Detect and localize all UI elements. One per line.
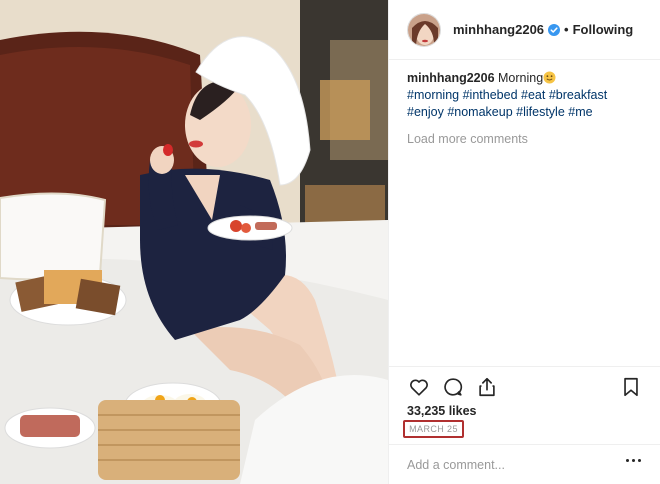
hashtag-link[interactable]: #enjoy <box>407 105 444 119</box>
hashtag-link[interactable]: #eat <box>521 88 545 102</box>
caption-username[interactable]: minhhang2206 <box>407 71 495 85</box>
post-actions-bar <box>389 366 660 397</box>
post-date[interactable]: MARCH 25 <box>409 424 458 434</box>
likes-count[interactable]: 33,235 likes <box>407 404 477 418</box>
load-more-comments-link[interactable]: Load more comments <box>407 131 647 148</box>
smiling-face-emoji-icon <box>543 71 556 84</box>
header-separator: • <box>564 22 569 37</box>
comments-section: minhhang2206 Morning #morning #inthebed … <box>407 70 647 148</box>
caption-hashtags: #morning #inthebed #eat #breakfast #enjo… <box>407 87 647 121</box>
share-icon[interactable] <box>475 375 499 399</box>
post-date-highlight: MARCH 25 <box>403 420 464 438</box>
action-icons <box>407 375 499 399</box>
more-options-icon[interactable] <box>626 459 641 462</box>
caption: minhhang2206 Morning #morning #inthebed … <box>407 70 647 121</box>
heart-icon[interactable] <box>407 375 431 399</box>
hashtag-link[interactable]: #lifestyle <box>516 105 565 119</box>
post-photo[interactable] <box>0 0 388 484</box>
post-sidebar: minhhang2206 • Following minhhang2206 Mo… <box>388 0 660 484</box>
add-comment-input[interactable] <box>407 457 607 472</box>
verified-badge-icon <box>548 23 561 36</box>
comment-icon[interactable] <box>441 375 465 399</box>
avatar[interactable] <box>407 12 441 47</box>
following-button[interactable]: Following <box>573 22 634 37</box>
post-header: minhhang2206 • Following <box>389 0 660 60</box>
caption-text: Morning <box>498 71 544 85</box>
avatar-image <box>408 13 440 46</box>
hashtag-link[interactable]: #nomakeup <box>447 105 512 119</box>
add-comment-bar <box>389 444 660 484</box>
hashtag-link[interactable]: #morning <box>407 88 459 102</box>
post-username[interactable]: minhhang2206 <box>453 22 544 37</box>
hashtag-link[interactable]: #inthebed <box>463 88 518 102</box>
hashtag-link[interactable]: #me <box>568 105 592 119</box>
post-image <box>0 0 388 484</box>
bookmark-icon[interactable] <box>619 375 643 399</box>
hashtag-link[interactable]: #breakfast <box>549 88 607 102</box>
